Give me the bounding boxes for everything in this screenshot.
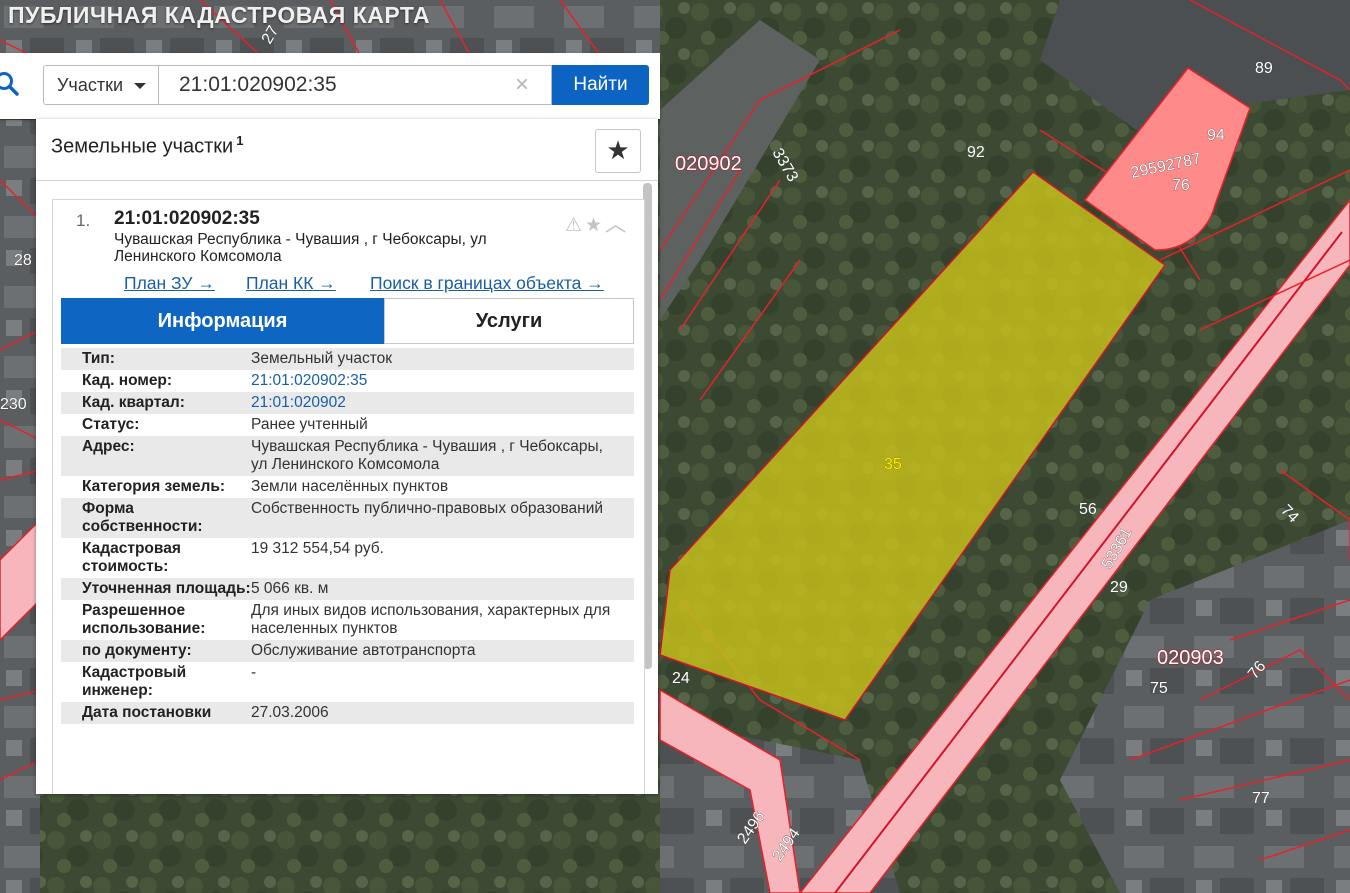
map-label-parcel-24: 24 bbox=[672, 670, 690, 687]
info-row: Категория земель: Земли населённых пункто… bbox=[61, 476, 634, 498]
info-value: Обслуживание автотранспорта bbox=[251, 642, 476, 659]
info-value: 19 312 554,54 руб. bbox=[251, 540, 384, 557]
item-number: 1. bbox=[76, 211, 91, 230]
info-label: Статус: bbox=[82, 416, 140, 433]
map-label-quarter-020902: 020902 bbox=[675, 153, 742, 175]
item-cadastral-number[interactable]: 21:01:020902:35 bbox=[114, 208, 260, 230]
info-label: Разрешенное использование: bbox=[82, 602, 206, 637]
map-label-parcel-89: 89 bbox=[1255, 60, 1273, 77]
info-label: Кадастровый инженер: bbox=[82, 664, 187, 699]
panel-title: Земельные участки 1 bbox=[51, 133, 243, 159]
panel-header: Земельные участки 1 ★ bbox=[36, 119, 658, 181]
info-value: Чувашская Республика - Чувашия , г Чебок… bbox=[251, 438, 603, 473]
search-button[interactable]: Найти bbox=[552, 65, 649, 105]
info-row: Форма собственности: Собственность публич… bbox=[61, 498, 634, 538]
info-label: Кад. квартал: bbox=[82, 394, 185, 411]
map-label-parcel-230: 230 bbox=[0, 396, 27, 413]
info-label: Тип: bbox=[82, 350, 115, 367]
chevron-up-icon[interactable]: ︿ bbox=[605, 213, 629, 236]
search-icon[interactable] bbox=[0, 71, 20, 97]
info-value: 5 066 кв. м bbox=[251, 580, 329, 597]
star-icon[interactable]: ★ bbox=[585, 215, 605, 236]
info-value: Земли населённых пунктов bbox=[251, 478, 449, 495]
info-label: Кадастровая стоимость: bbox=[82, 540, 181, 575]
search-bar: Участки × Найти bbox=[0, 53, 660, 119]
warning-icon[interactable]: ⚠ bbox=[565, 215, 585, 236]
search-type-label: Участки bbox=[57, 75, 123, 95]
card-actions: ⚠★︿ bbox=[565, 208, 629, 238]
plan-kk-link[interactable]: План КК → bbox=[246, 273, 336, 294]
map-label-parcel-75: 75 bbox=[1150, 680, 1168, 697]
star-icon: ★ bbox=[606, 135, 630, 165]
info-row: Уточненная площадь: 5 066 кв. м bbox=[61, 578, 634, 600]
map-label-parcel-94: 94 bbox=[1207, 127, 1225, 144]
panel-title-text: Земельные участки bbox=[51, 135, 234, 158]
info-row: Кадастровая стоимость: 19 312 554,54 руб. bbox=[61, 538, 634, 578]
info-row: по документу: Обслуживание автотранспорта bbox=[61, 640, 634, 662]
map-label-parcel-29: 29 bbox=[1110, 579, 1128, 596]
info-row: Дата постановки 27.03.2006 bbox=[61, 702, 634, 724]
info-value: Для иных видов использования, характерны… bbox=[251, 602, 611, 637]
info-row: Кад. квартал: 21:01:020902 bbox=[61, 392, 634, 414]
result-count-badge: 1 bbox=[236, 133, 244, 148]
search-input[interactable] bbox=[159, 65, 552, 105]
info-label: Уточненная площадь: bbox=[82, 580, 251, 597]
tab-information[interactable]: Информация bbox=[61, 298, 384, 344]
favorites-button[interactable]: ★ bbox=[595, 129, 641, 173]
result-panel: Земельные участки 1 ★ 1. 21:01:020902:35 … bbox=[36, 119, 658, 794]
info-label: Кад. номер: bbox=[82, 372, 173, 389]
info-value-link[interactable]: 21:01:020902:35 bbox=[251, 372, 634, 390]
map-label-parcel-76: 76 bbox=[1172, 177, 1190, 194]
chevron-down-icon bbox=[134, 83, 146, 89]
plan-zu-link[interactable]: План ЗУ → bbox=[124, 273, 215, 294]
info-row: Кадастровый инженер: - bbox=[61, 662, 634, 702]
info-value: Собственность публично-правовых образова… bbox=[251, 500, 604, 517]
info-label: по документу: bbox=[82, 642, 192, 659]
search-bounds-link[interactable]: Поиск в границах объекта → bbox=[370, 273, 604, 294]
info-row: Тип: Земельный участок bbox=[61, 348, 634, 370]
info-value-link[interactable]: 21:01:020902 bbox=[251, 394, 634, 412]
info-tabs: Информация Услуги bbox=[61, 298, 634, 344]
clear-icon[interactable]: × bbox=[515, 69, 529, 101]
info-label: Дата постановки bbox=[82, 704, 212, 721]
info-value: - bbox=[251, 664, 257, 681]
info-row: Статус: Ранее учтенный bbox=[61, 414, 634, 436]
map-label-parcel-77: 77 bbox=[1252, 790, 1270, 807]
app-title: ПУБЛИЧНАЯ КАДАСТРОВАЯ КАРТА bbox=[8, 2, 431, 28]
tab-services[interactable]: Услуги bbox=[384, 298, 634, 344]
map-label-parcel-56: 56 bbox=[1079, 501, 1097, 518]
map-label-parcel-35: 35 bbox=[884, 456, 902, 473]
search-type-select[interactable]: Участки bbox=[43, 65, 159, 105]
info-row: Кад. номер: 21:01:020902:35 bbox=[61, 370, 634, 392]
info-value: Ранее учтенный bbox=[251, 416, 368, 433]
info-row: Разрешенное использование: Для иных видов… bbox=[61, 600, 634, 640]
info-label: Адрес: bbox=[82, 438, 135, 455]
info-label: Форма собственности: bbox=[82, 500, 203, 535]
info-table: Тип: Земельный участок Кад. номер: 21:01:02… bbox=[61, 348, 634, 724]
map-label-parcel-28: 28 bbox=[14, 252, 32, 269]
info-label: Категория земель: bbox=[82, 478, 226, 495]
map-label-parcel-92: 92 bbox=[967, 144, 985, 161]
result-card: 1. 21:01:020902:35 Чувашская Республика … bbox=[52, 199, 645, 794]
item-address: Чувашская Республика - Чувашия , г Чебок… bbox=[114, 231, 487, 265]
info-value: 27.03.2006 bbox=[251, 704, 329, 721]
info-value: Земельный участок bbox=[251, 350, 393, 367]
map-label-quarter-020903: 020903 bbox=[1157, 647, 1224, 669]
info-row: Адрес: Чувашская Республика - Чувашия , г… bbox=[61, 436, 634, 476]
